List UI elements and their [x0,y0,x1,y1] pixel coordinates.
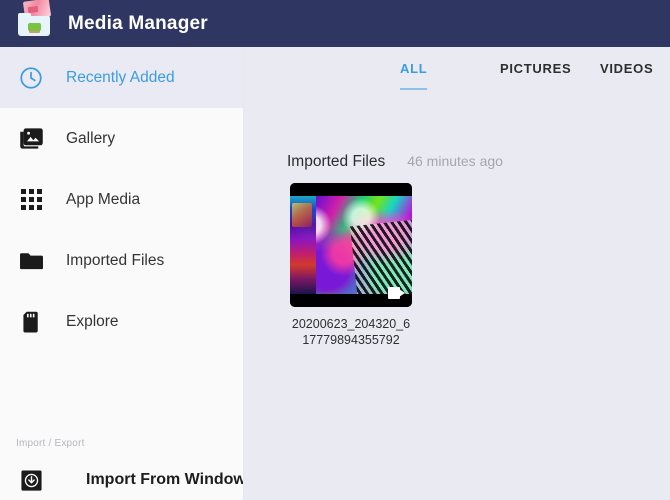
sidebar-item-recently-added[interactable]: Recently Added [0,47,243,108]
import-download-icon [16,465,46,495]
tab-all[interactable]: ALL [400,61,428,90]
tab-label: VIDEOS [600,61,654,76]
photo-library-icon [16,124,46,154]
media-chip-shape [28,22,41,31]
tab-label: PICTURES [500,61,572,76]
sd-card-icon [16,307,46,337]
grid-apps-icon [16,185,46,215]
group-timestamp: 46 minutes ago [407,153,503,169]
sidebar-item-app-media[interactable]: App Media [0,169,243,230]
camera-lens-shape [399,289,405,297]
sidebar-item-label: Imported Files [66,251,165,269]
sidebar-item-label: Explore [66,312,119,330]
group-title: Imported Files [287,153,386,170]
video-camera-icon [388,287,405,299]
sidebar: Recently Added Gallery App Media Importe… [0,47,244,500]
letterbox-top [290,183,412,196]
content-area: ALL PICTURES VIDEOS Imported Files 46 mi… [245,47,670,500]
thumbnail-left-strip [290,195,316,295]
clock-icon [16,63,46,93]
media-folder-icon [10,0,54,44]
tab-label: ALL [400,61,428,76]
media-tile[interactable]: 20200623_204320_617779894355792 [290,183,412,348]
page-title: Media Manager [68,12,208,34]
sidebar-item-imported-files[interactable]: Imported Files [0,230,243,291]
app-header: Media Manager [0,0,670,47]
tab-videos[interactable]: VIDEOS [600,61,653,90]
group-header: Imported Files 46 minutes ago [287,153,503,171]
sidebar-item-label: Import From Windows [86,471,244,488]
media-filename: 20200623_204320_617779894355792 [291,317,411,347]
sidebar-item-label: App Media [66,190,141,208]
folder-icon [16,246,46,276]
sidebar-item-label: Recently Added [66,68,175,86]
sidebar-item-gallery[interactable]: Gallery [0,108,243,169]
video-thumbnail[interactable] [290,183,412,307]
tab-bar: ALL PICTURES VIDEOS [245,61,670,107]
sidebar-item-import-from-windows[interactable]: Import From Windows [0,460,244,500]
media-manager-window: Media Manager Recently Added Gallery App… [0,0,670,500]
import-export-section-label: Import / Export [16,438,85,449]
sidebar-item-explore[interactable]: Explore [0,291,243,352]
tab-pictures[interactable]: PICTURES [500,61,571,90]
sidebar-item-label: Gallery [66,129,116,147]
tab-active-underline [400,88,428,90]
